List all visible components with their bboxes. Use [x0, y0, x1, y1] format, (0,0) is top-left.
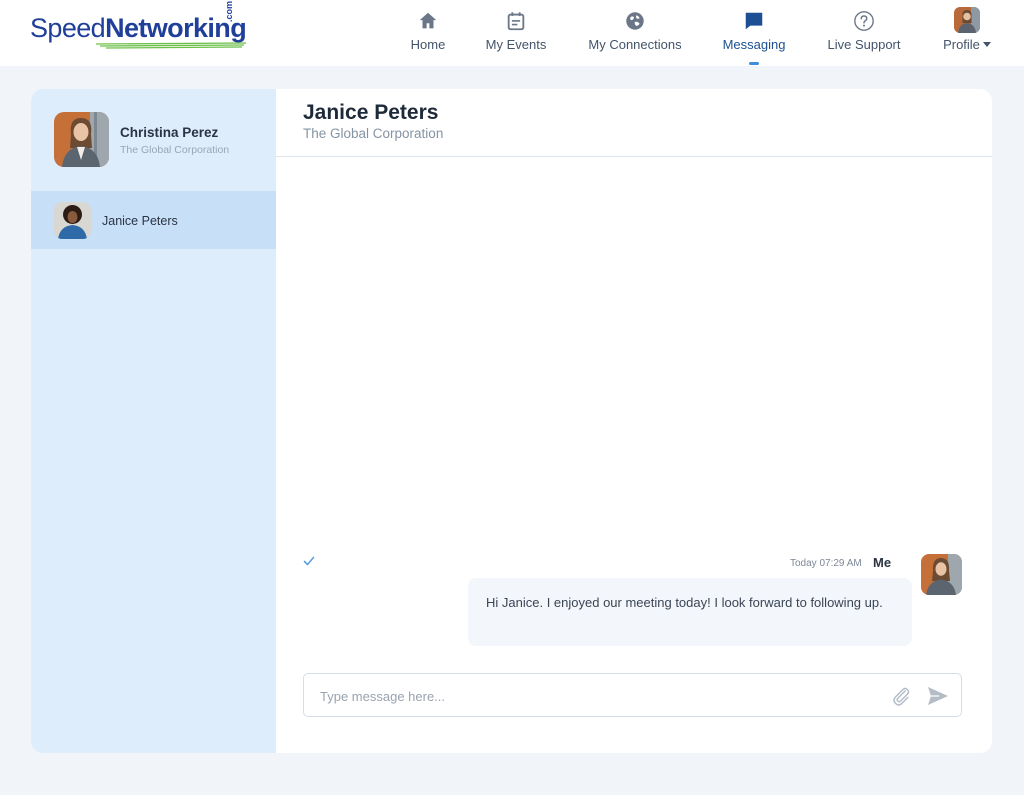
- home-icon: [419, 12, 437, 29]
- chat-icon: [745, 12, 763, 30]
- chat-area: Janice Peters The Global Corporation Tod…: [276, 89, 992, 753]
- avatar: [954, 7, 980, 33]
- active-tab-indicator: [749, 62, 759, 65]
- chat-contact-company: The Global Corporation: [303, 126, 444, 141]
- message-composer: [303, 673, 962, 717]
- current-user-company: The Global Corporation: [120, 144, 230, 156]
- profile-label-text: Profile: [943, 37, 980, 52]
- paperclip-icon[interactable]: [890, 685, 912, 707]
- logo-suffix: .com: [224, 0, 234, 22]
- chat-header: Janice Peters The Global Corporation: [276, 89, 992, 157]
- nav-my-connections-label: My Connections: [588, 37, 682, 52]
- nav-my-connections[interactable]: My Connections: [580, 0, 690, 66]
- conversation-sidebar: Christina Perez The Global Corporation J…: [31, 89, 276, 753]
- nav-live-support-label: Live Support: [827, 37, 901, 52]
- nav-profile[interactable]: Profile: [934, 0, 1000, 66]
- nav-profile-label: Profile: [934, 37, 1000, 52]
- check-icon: [303, 556, 315, 566]
- nav-home[interactable]: Home: [398, 0, 458, 66]
- current-user-avatar: [54, 112, 109, 167]
- message-sender-avatar: [921, 554, 962, 595]
- speednetworking-logo[interactable]: SpeedNetworking .com: [30, 1, 247, 52]
- top-navigation-bar: SpeedNetworking .com Home My Events My C…: [0, 0, 1024, 66]
- message-timestamp: Today 07:29 AM: [790, 558, 862, 569]
- nav-messaging[interactable]: Messaging: [714, 0, 794, 66]
- nav-live-support[interactable]: Live Support: [818, 0, 910, 66]
- globe-icon: [626, 12, 644, 30]
- current-user-name: Christina Perez: [120, 125, 219, 140]
- chevron-down-icon: [982, 42, 991, 47]
- messaging-panel: Christina Perez The Global Corporation J…: [31, 89, 992, 753]
- nav-home-label: Home: [410, 37, 446, 52]
- conversation-item-janice-peters[interactable]: Janice Peters: [31, 191, 276, 249]
- contact-avatar: [54, 202, 91, 239]
- message-sender: Me: [873, 555, 892, 570]
- calendar-icon: [507, 12, 525, 31]
- chat-contact-name: Janice Peters: [303, 101, 439, 124]
- nav-my-events-label: My Events: [485, 37, 547, 52]
- logo-wordmark: SpeedNetworking: [30, 12, 247, 44]
- contact-name: Janice Peters: [102, 214, 178, 228]
- message-input[interactable]: [320, 686, 880, 706]
- logo-part-speed: Speed: [30, 13, 106, 43]
- logo-stripes-icon: [96, 42, 246, 49]
- nav-messaging-label: Messaging: [722, 37, 786, 52]
- help-icon: [854, 11, 874, 31]
- message-bubble: Hi Janice. I enjoyed our meeting today! …: [468, 578, 912, 646]
- current-user-card: Christina Perez The Global Corporation: [31, 89, 276, 191]
- nav-my-events[interactable]: My Events: [476, 0, 556, 66]
- send-icon[interactable]: [926, 685, 950, 707]
